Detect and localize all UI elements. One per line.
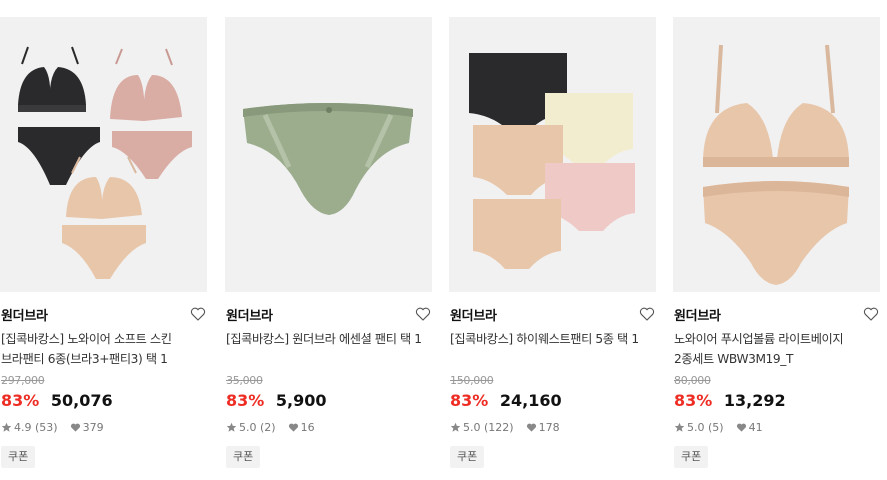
coupon-badge: 쿠폰 [1, 446, 36, 468]
wishlist-heart-icon[interactable] [415, 306, 431, 322]
discount-rate: 83% [226, 391, 265, 410]
rating-text: 4.9 (53) [14, 421, 58, 434]
original-price: 35,000 [226, 374, 263, 387]
likes-count: 178 [538, 421, 560, 434]
product-title[interactable]: [집콕바캉스] 하이웨스트팬티 5종 택 1 [450, 329, 656, 349]
original-price: 80,000 [674, 374, 711, 387]
coupon-badge: 쿠폰 [674, 446, 709, 468]
likes-count: 41 [748, 421, 763, 434]
star-icon [1, 422, 12, 432]
product-card[interactable]: 원더브라 [집콕바캉스] 원더브라 에센셜 팬티 택 1 35,000 83% … [225, 0, 435, 480]
likes: 379 [70, 421, 104, 434]
rating-text: 5.0 (122) [463, 421, 514, 434]
rating-text: 5.0 (5) [687, 421, 724, 434]
like-heart-icon [70, 423, 80, 432]
original-price: 150,000 [450, 374, 494, 387]
green-panty-image [243, 103, 413, 215]
review-meta: 4.9 (53) 379 [1, 421, 104, 434]
product-image[interactable] [673, 17, 880, 292]
price-row: 83% 5,900 [226, 391, 326, 410]
brand-name[interactable]: 원더브라 [226, 305, 273, 324]
bra-panty-set-image [18, 46, 192, 279]
product-title[interactable]: [집콕바캉스] 원더브라 에센셜 팬티 택 1 [226, 329, 432, 349]
discount-rate: 83% [1, 391, 40, 410]
sale-price: 5,900 [275, 391, 327, 410]
product-title[interactable]: 노와이어 푸시업볼륨 라이트베이지 2종세트 WBW3M19_T [674, 329, 880, 369]
high-waist-panty-set-image [469, 53, 635, 269]
price-row: 83% 13,292 [674, 391, 786, 410]
wishlist-heart-icon[interactable] [639, 306, 655, 322]
brand-name[interactable]: 원더브라 [1, 305, 48, 324]
product-image[interactable] [449, 17, 656, 292]
sale-price: 50,076 [50, 391, 113, 410]
product-title[interactable]: [집콕바캉스] 노와이어 소프트 스킨 브라팬티 6종(브라3+팬티3) 택 1 [1, 329, 207, 369]
review-meta: 5.0 (122) 178 [450, 421, 560, 434]
like-heart-icon [526, 423, 536, 432]
likes: 178 [526, 421, 560, 434]
sale-price: 24,160 [499, 391, 562, 410]
original-price: 297,000 [1, 374, 45, 387]
star-icon [674, 422, 685, 432]
wishlist-heart-icon[interactable] [863, 306, 879, 322]
wishlist-heart-icon[interactable] [190, 306, 206, 322]
product-card[interactable]: 원더브라 [집콕바캉스] 노와이어 소프트 스킨 브라팬티 6종(브라3+팬티3… [0, 0, 210, 480]
star-icon [226, 422, 237, 432]
coupon-badge: 쿠폰 [450, 446, 485, 468]
review-meta: 5.0 (2) 16 [226, 421, 315, 434]
discount-rate: 83% [450, 391, 489, 410]
brand-name[interactable]: 원더브라 [674, 305, 721, 324]
price-row: 83% 24,160 [450, 391, 562, 410]
like-heart-icon [288, 423, 298, 432]
likes: 16 [288, 421, 315, 434]
product-image[interactable] [0, 17, 207, 292]
likes-count: 16 [300, 421, 315, 434]
review-meta: 5.0 (5) 41 [674, 421, 763, 434]
coupon-badge: 쿠폰 [226, 446, 261, 468]
rating-text: 5.0 (2) [239, 421, 276, 434]
price-row: 83% 50,076 [1, 391, 113, 410]
star-icon [450, 422, 461, 432]
product-grid: 원더브라 [집콕바캉스] 노와이어 소프트 스킨 브라팬티 6종(브라3+팬티3… [0, 0, 887, 480]
product-image[interactable] [225, 17, 432, 292]
likes-count: 379 [82, 421, 104, 434]
product-card[interactable]: 원더브라 노와이어 푸시업볼륨 라이트베이지 2종세트 WBW3M19_T 80… [673, 0, 883, 480]
likes: 41 [736, 421, 763, 434]
beige-bra-set-image [703, 44, 849, 285]
brand-name[interactable]: 원더브라 [450, 305, 497, 324]
product-card[interactable]: 원더브라 [집콕바캉스] 하이웨스트팬티 5종 택 1 150,000 83% … [449, 0, 659, 480]
sale-price: 13,292 [723, 391, 786, 410]
discount-rate: 83% [674, 391, 713, 410]
like-heart-icon [736, 423, 746, 432]
